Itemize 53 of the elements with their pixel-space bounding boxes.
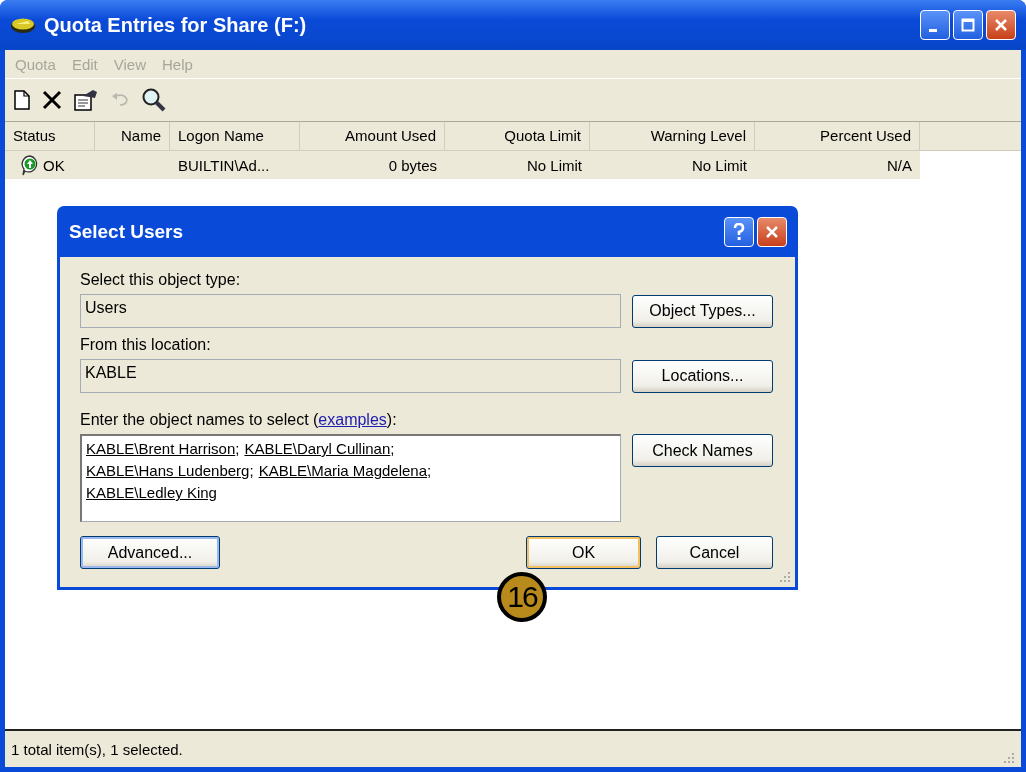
location-label: From this location:: [80, 336, 212, 354]
location-field: KABLE: [80, 359, 621, 393]
name-separator: ;: [249, 462, 254, 479]
column-header[interactable]: Logon Name: [170, 122, 300, 150]
table-cell: N/A: [887, 156, 912, 174]
examples-link[interactable]: examples: [318, 411, 387, 428]
user-name: KABLE\Hans Ludenberg: [86, 462, 250, 479]
object-type-field: Users: [80, 294, 621, 328]
close-button[interactable]: [757, 216, 787, 247]
object-names-label: Enter the object names to select (examples):: [80, 411, 398, 429]
minimize-button[interactable]: [920, 10, 950, 40]
column-header[interactable]: Status: [5, 122, 95, 150]
object-type-label: Select this object type:: [80, 271, 242, 289]
status-text: 1 total item(s), 1 selected.: [11, 740, 183, 758]
maximize-button[interactable]: [953, 10, 983, 40]
object-types-button[interactable]: Object Types...: [632, 294, 773, 328]
name-separator: ;: [390, 440, 395, 457]
close-button[interactable]: [986, 10, 1016, 40]
new-document-icon[interactable]: [13, 89, 31, 111]
column-header[interactable]: Name: [95, 122, 170, 150]
question-mark-icon: [732, 222, 746, 241]
name-separator: ;: [427, 462, 432, 479]
table-cell: OK: [43, 156, 65, 174]
locations-button[interactable]: Locations...: [632, 359, 773, 393]
delete-icon[interactable]: [41, 89, 63, 111]
table-cell: 0 bytes: [388, 156, 437, 174]
table-cell: No Limit: [527, 156, 582, 174]
column-header[interactable]: Amount Used: [300, 122, 445, 150]
disk-icon: [10, 16, 36, 34]
close-icon: [994, 18, 1008, 32]
maximize-icon: [961, 18, 975, 32]
check-names-button[interactable]: Check Names: [632, 434, 773, 467]
table-cell: BUILTIN\Ad...: [178, 156, 270, 174]
advanced-button[interactable]: Advanced...: [80, 536, 220, 569]
cancel-button[interactable]: Cancel: [656, 536, 773, 569]
column-header[interactable]: Warning Level: [590, 122, 755, 150]
table-row[interactable]: OK BUILTIN\Ad... 0 bytes No Limit No Limit N/A: [5, 151, 920, 179]
name-separator: ;: [235, 440, 240, 457]
dialog-title: Select Users: [69, 220, 184, 243]
table-cell: No Limit: [692, 156, 747, 174]
help-button[interactable]: [724, 216, 754, 247]
column-header[interactable]: Percent Used: [755, 122, 920, 150]
object-names-field[interactable]: KABLE\Brent Harrison; KABLE\Daryl Cullinan; KABLE\Hans Ludenberg; KABLE\Maria Magdelena; KABLE\Ledley King: [80, 434, 621, 522]
window-title: Quota Entries for Share (F:): [44, 13, 307, 37]
minimize-icon: [929, 29, 937, 32]
column-header[interactable]: Quota Limit: [445, 122, 590, 150]
user-name: KABLE\Ledley King: [86, 484, 217, 501]
ok-button[interactable]: OK: [526, 536, 641, 569]
search-icon[interactable]: [141, 87, 167, 113]
properties-icon[interactable]: [73, 88, 99, 112]
resize-grip-icon: [779, 571, 791, 583]
close-icon: [765, 224, 779, 239]
resize-grip-icon: [1003, 752, 1015, 764]
